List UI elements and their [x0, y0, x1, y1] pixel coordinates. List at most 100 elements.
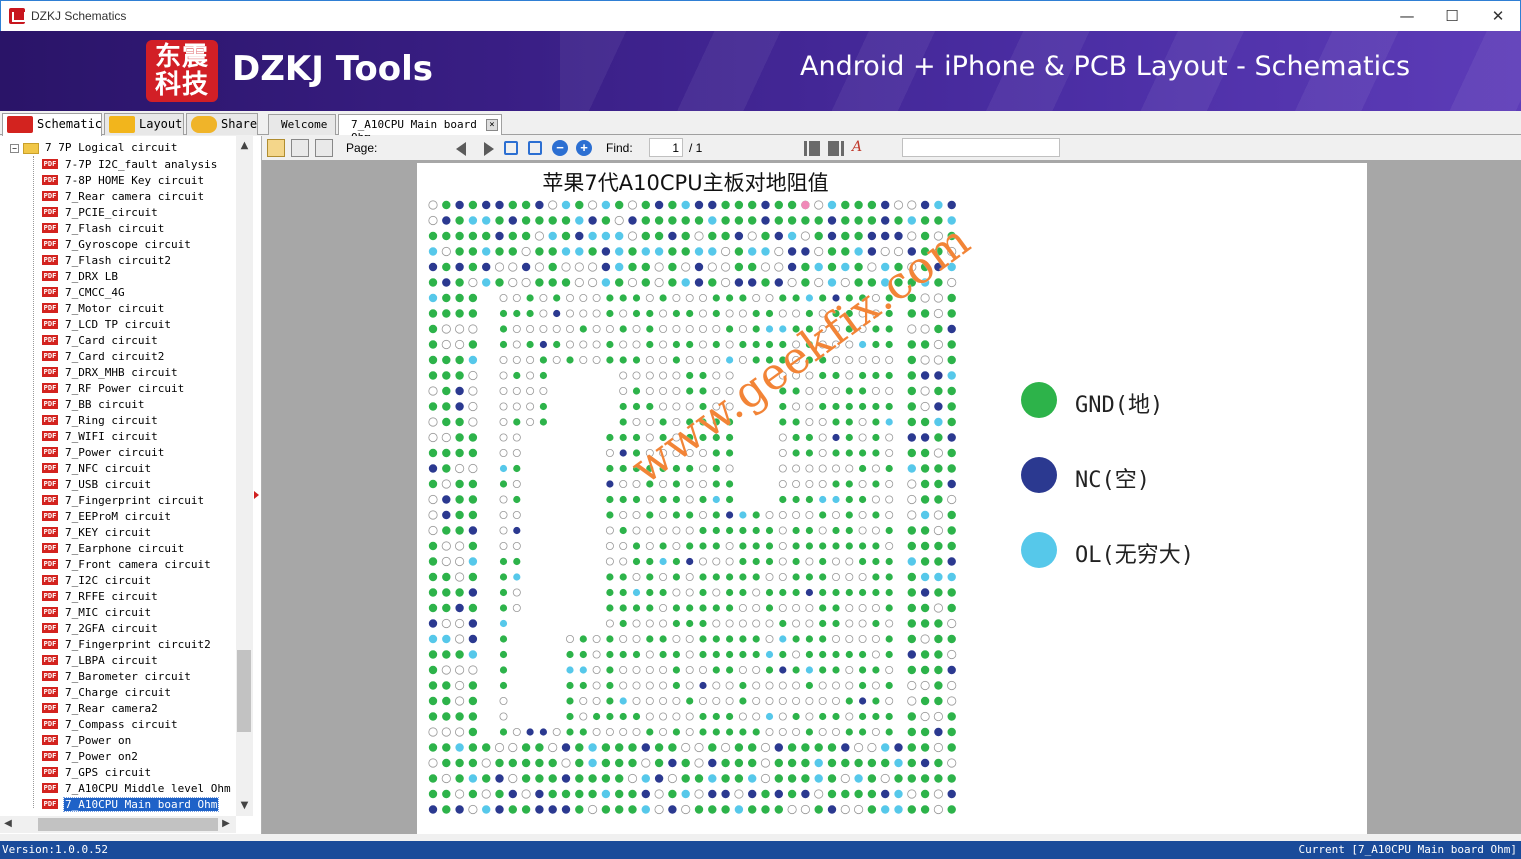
find-next-icon[interactable] — [828, 141, 844, 156]
tree-item[interactable]: PDF 7_Earphone circuit — [42, 541, 185, 557]
tree-item[interactable]: PDF 7_Flash circuit — [42, 221, 165, 237]
tree-item[interactable]: PDF 7_Power on — [42, 733, 132, 749]
pad — [632, 542, 641, 550]
tree-item[interactable]: PDF 7_Charge circuit — [42, 685, 172, 701]
pad — [947, 355, 956, 365]
hscroll-thumb[interactable] — [38, 818, 218, 831]
tree-item[interactable]: PDF 7_Power on2 — [42, 749, 139, 765]
pdf-file-icon: PDF — [42, 463, 58, 473]
minimize-button[interactable]: — — [1384, 1, 1430, 31]
pad — [455, 417, 464, 427]
tree-item[interactable]: PDF 7_Flash circuit2 — [42, 253, 172, 269]
scroll-up-icon[interactable]: ▲ — [236, 140, 253, 151]
scroll-left-icon[interactable]: ◀ — [2, 818, 14, 829]
pad — [606, 356, 614, 364]
zoom-out-icon[interactable]: − — [552, 140, 568, 156]
tree-item[interactable]: PDF 7-8P HOME Key circuit — [42, 173, 205, 189]
tree-item[interactable]: PDF 7_NFC circuit — [42, 461, 152, 477]
zoom-in-icon[interactable]: + — [576, 140, 592, 156]
tree-item[interactable]: PDF 7_Barometer circuit — [42, 669, 192, 685]
tree-item[interactable]: PDF 7_KEY circuit — [42, 525, 152, 541]
tree-item[interactable]: PDF 7_BB circuit — [42, 397, 145, 413]
tree-item[interactable]: PDF 7_Rear camera2 — [42, 701, 159, 717]
pad — [561, 774, 571, 783]
pad — [712, 728, 720, 736]
collapse-icon[interactable]: − — [10, 143, 19, 153]
pad — [765, 557, 774, 566]
pad — [428, 278, 438, 287]
pad — [845, 526, 853, 535]
tree-horizontal-scrollbar[interactable]: ◀ ▶ — [0, 816, 236, 833]
pad — [605, 728, 614, 737]
tree-item[interactable]: PDF 7_CMCC_4G — [42, 285, 126, 301]
pages-icon[interactable] — [315, 139, 333, 157]
tree-root-folder[interactable]: − 7 7P Logical circuit — [10, 141, 177, 157]
tree-item[interactable]: PDF 7_Motor circuit — [42, 301, 165, 317]
pad — [441, 556, 451, 567]
tree-item[interactable]: PDF 7_USB circuit — [42, 477, 152, 493]
tree-item[interactable]: PDF 7_Fingerprint circuit — [42, 493, 205, 509]
tab-welcome[interactable]: Welcome — [268, 114, 336, 135]
tree-item[interactable]: PDF 7_Front camera circuit — [42, 557, 212, 573]
page-number-input[interactable]: 1 — [649, 138, 683, 157]
pad — [694, 247, 704, 256]
tree-item[interactable]: PDF 7_Ring circuit — [42, 413, 159, 429]
tree-item[interactable]: PDF 7_Fingerprint circuit2 — [42, 637, 212, 653]
tree-item[interactable]: PDF 7_2GFA circuit — [42, 621, 159, 637]
tab-close-icon[interactable]: × — [486, 119, 498, 131]
pad — [672, 666, 680, 674]
pad — [428, 525, 438, 536]
tree-item[interactable]: PDF 7_A10CPU Middle level Ohm — [42, 781, 232, 797]
tree-item[interactable]: PDF 7_RFFE circuit — [42, 589, 159, 605]
tree-item[interactable]: PDF 7_Card circuit2 — [42, 349, 165, 365]
copy-icon[interactable] — [291, 139, 309, 157]
tab-share[interactable]: Share — [186, 113, 258, 135]
scroll-down-icon[interactable]: ▼ — [236, 800, 253, 811]
tree-item[interactable]: PDF 7_Compass circuit — [42, 717, 179, 733]
tree-vertical-scrollbar[interactable]: ▲ ▼ — [236, 136, 253, 816]
tree-item[interactable]: PDF 7_Card circuit — [42, 333, 159, 349]
tree-item[interactable]: PDF 7_A10CPU Main board Ohm — [42, 796, 220, 813]
pad — [920, 401, 930, 412]
pad — [468, 681, 478, 690]
tree-item[interactable]: PDF 7_MIC circuit — [42, 605, 152, 621]
pad — [428, 634, 438, 644]
tree-item[interactable]: PDF 7_DRX_MHB circuit — [42, 365, 179, 381]
pad — [615, 774, 624, 783]
find-options-icon[interactable]: A — [852, 139, 870, 157]
tree-item[interactable]: PDF 7_Gyroscope circuit — [42, 237, 192, 253]
pad — [831, 464, 840, 473]
tab-schematic[interactable]: Schematic — [2, 113, 102, 136]
open-file-icon[interactable] — [267, 139, 285, 157]
tree-item[interactable]: PDF 7_LBPA circuit — [42, 653, 159, 669]
pad — [867, 789, 877, 799]
scroll-right-icon[interactable]: ▶ — [220, 818, 232, 829]
tree-item[interactable]: PDF 7_PCIE_circuit — [42, 205, 159, 221]
document-viewer[interactable]: 苹果7代A10CPU主板对地阻值 GND(地) NC(空) OL(无穷大) ww… — [262, 160, 1521, 834]
tree-item[interactable]: PDF 7_WIFI circuit — [42, 429, 159, 445]
tree-item[interactable]: PDF 7_DRX LB — [42, 269, 119, 285]
pad — [920, 774, 930, 783]
previous-page-icon[interactable] — [456, 142, 466, 156]
tab-layout[interactable]: Layout — [104, 113, 184, 135]
tree-item[interactable]: PDF 7_RF Power circuit — [42, 381, 185, 397]
close-button[interactable]: ✕ — [1475, 1, 1521, 31]
tree-item[interactable]: PDF 7_LCD TP circuit — [42, 317, 172, 333]
scroll-thumb[interactable] — [237, 650, 251, 732]
tree-item[interactable]: PDF 7_EEProM circuit — [42, 509, 172, 525]
tree-item[interactable]: PDF 7_Rear camera circuit — [42, 189, 205, 205]
splitter-arrow-icon[interactable] — [254, 491, 259, 499]
find-previous-icon[interactable] — [804, 141, 820, 156]
tree-item[interactable]: PDF 7_Power circuit — [42, 445, 165, 461]
tree-item[interactable]: PDF 7-7P I2C_fault analysis — [42, 157, 218, 173]
maximize-button[interactable]: ☐ — [1429, 1, 1475, 31]
find-input[interactable] — [902, 138, 1060, 157]
fit-page-icon[interactable] — [528, 141, 542, 155]
pad — [561, 216, 571, 225]
pad — [831, 557, 840, 566]
tree-item[interactable]: PDF 7_I2C circuit — [42, 573, 152, 589]
fit-width-icon[interactable] — [504, 141, 518, 155]
tree-item[interactable]: PDF 7_GPS circuit — [42, 765, 152, 781]
tab-a10cpu-main-board[interactable]: 7_A10CPU Main board Ohm × — [338, 114, 502, 144]
next-page-icon[interactable] — [484, 142, 494, 156]
